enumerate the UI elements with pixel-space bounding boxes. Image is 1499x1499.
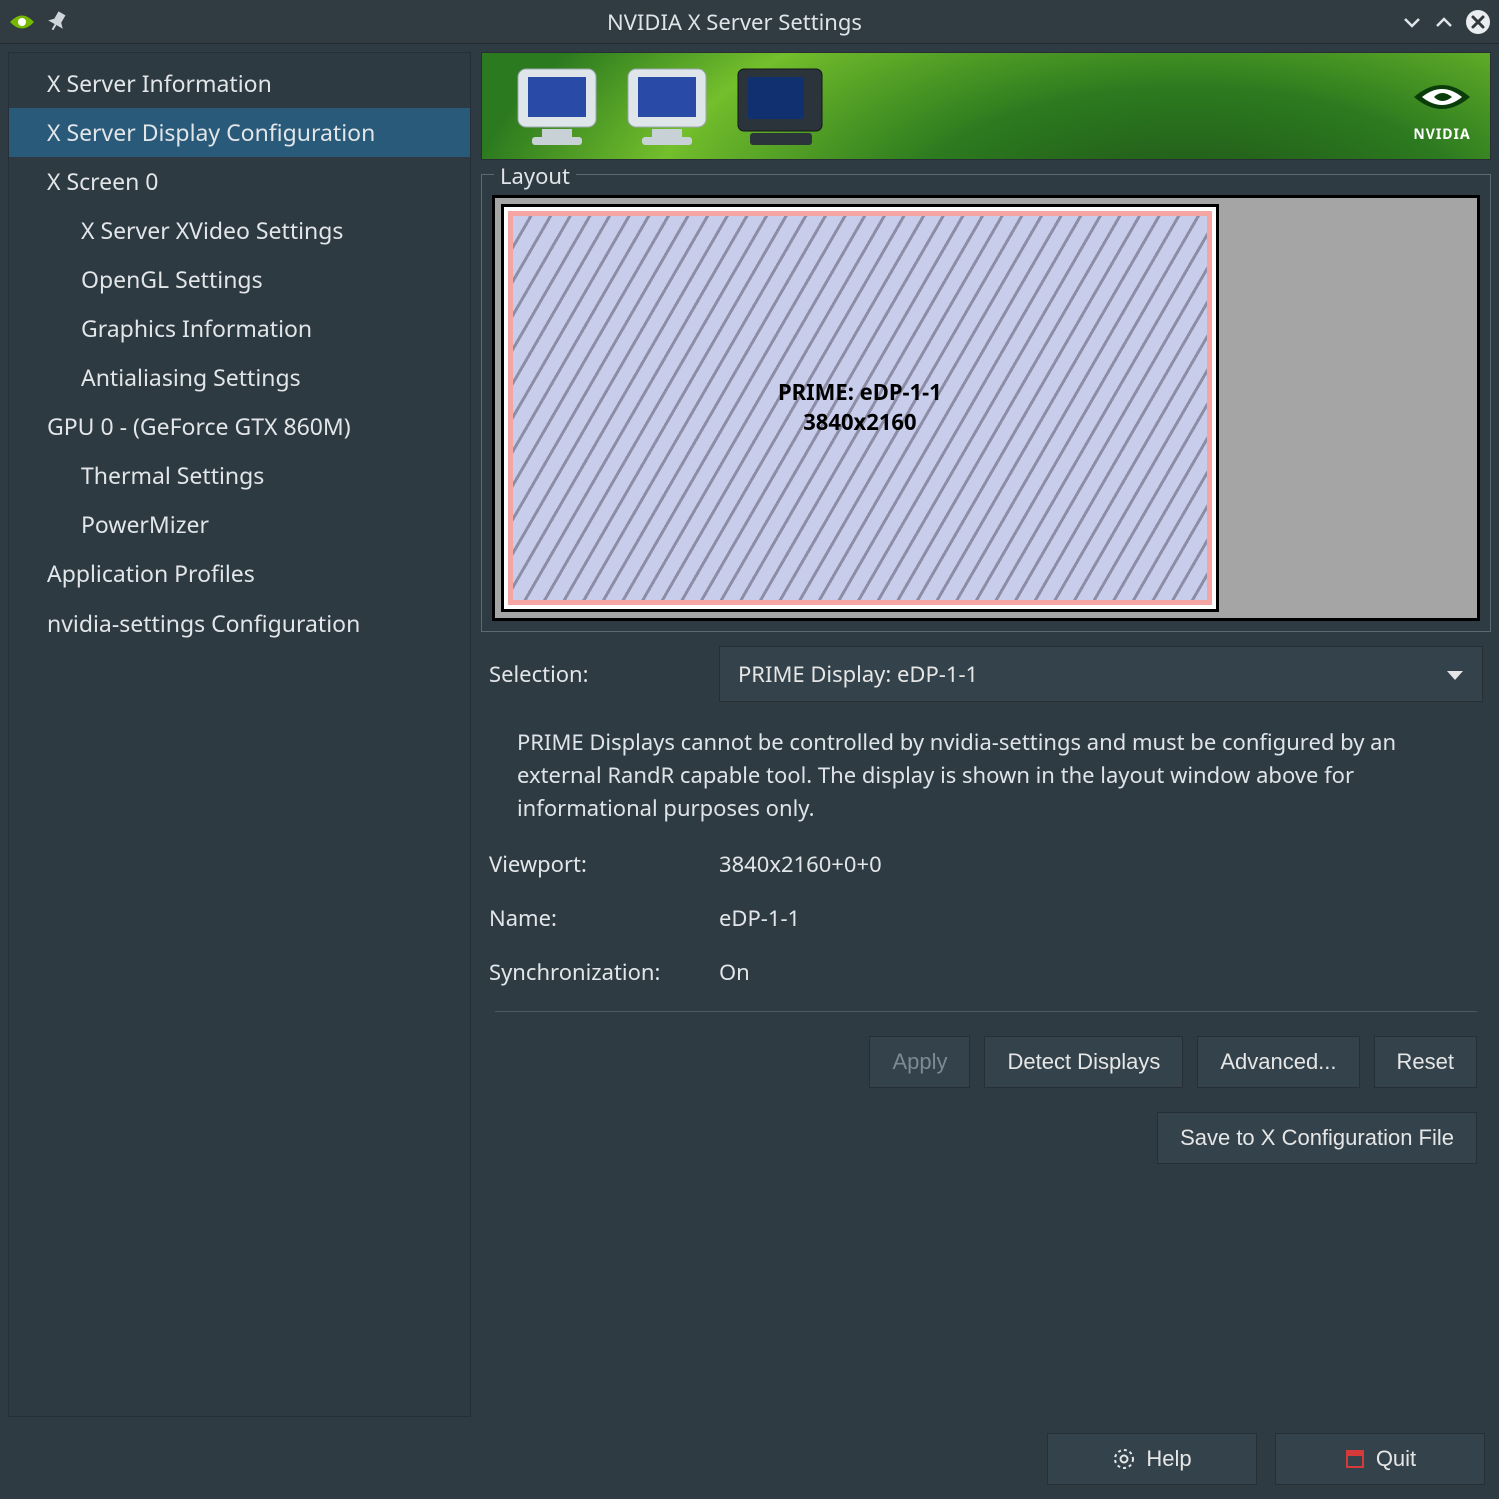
nvidia-brand-text: NVIDIA: [1413, 125, 1470, 144]
name-label: Name:: [489, 903, 719, 933]
window-title: NVIDIA X Server Settings: [68, 7, 1401, 37]
layout-canvas[interactable]: PRIME: eDP-1-1 3840x2160: [492, 195, 1480, 621]
detect-displays-button[interactable]: Detect Displays: [984, 1036, 1183, 1088]
selection-dropdown[interactable]: PRIME Display: eDP-1-1: [719, 646, 1483, 702]
sidebar-item[interactable]: X Server XVideo Settings: [9, 206, 470, 255]
help-button[interactable]: Help: [1047, 1433, 1257, 1485]
sidebar-item[interactable]: Antialiasing Settings: [9, 353, 470, 402]
minimize-icon[interactable]: [1401, 11, 1423, 33]
reset-button[interactable]: Reset: [1374, 1036, 1477, 1088]
sidebar-tree[interactable]: X Server InformationX Server Display Con…: [8, 52, 471, 1417]
pin-icon[interactable]: [46, 11, 68, 33]
nvidia-eye-icon: [1412, 77, 1472, 123]
selection-row: Selection: PRIME Display: eDP-1-1: [489, 646, 1483, 702]
layout-group: Layout PRIME: eDP-1-1 3840x2160: [481, 174, 1491, 632]
layout-group-label: Layout: [494, 161, 576, 191]
nvidia-logo-icon: [8, 11, 36, 33]
viewport-label: Viewport:: [489, 849, 719, 879]
prime-info-text: PRIME Displays cannot be controlled by n…: [489, 726, 1483, 825]
sync-value: On: [719, 957, 1483, 987]
apply-button: Apply: [869, 1036, 970, 1088]
separator: [495, 1011, 1477, 1012]
monitor-icon: [622, 63, 718, 159]
advanced-button[interactable]: Advanced...: [1197, 1036, 1359, 1088]
sidebar-item[interactable]: X Screen 0: [9, 157, 470, 206]
layout-display-label: PRIME: eDP-1-1 3840x2160: [778, 378, 942, 437]
sidebar-item[interactable]: GPU 0 - (GeForce GTX 860M): [9, 402, 470, 451]
monitor-icon: [732, 63, 832, 159]
maximize-icon[interactable]: [1433, 11, 1455, 33]
sidebar-item[interactable]: OpenGL Settings: [9, 255, 470, 304]
save-config-button[interactable]: Save to X Configuration File: [1157, 1112, 1477, 1164]
chevron-down-icon: [1446, 659, 1464, 689]
help-icon: [1112, 1447, 1136, 1471]
quit-icon: [1344, 1448, 1366, 1470]
sidebar-item[interactable]: X Server Display Configuration: [9, 108, 470, 157]
sidebar-item[interactable]: Thermal Settings: [9, 451, 470, 500]
selection-value: PRIME Display: eDP-1-1: [738, 659, 978, 689]
sidebar-item[interactable]: nvidia-settings Configuration: [9, 599, 470, 648]
layout-screen[interactable]: PRIME: eDP-1-1 3840x2160: [501, 204, 1219, 612]
name-value: eDP-1-1: [719, 903, 1483, 933]
sidebar-item[interactable]: X Server Information: [9, 59, 470, 108]
name-row: Name: eDP-1-1: [489, 903, 1483, 933]
sidebar-item[interactable]: Graphics Information: [9, 304, 470, 353]
nvidia-banner: NVIDIA: [481, 52, 1491, 160]
main-panel: NVIDIA Layout PRIME: eDP-1-1 3840x2160: [481, 52, 1491, 1417]
selection-label: Selection:: [489, 659, 719, 689]
layout-display[interactable]: PRIME: eDP-1-1 3840x2160: [508, 211, 1212, 605]
footer-button-row: Help Quit: [0, 1425, 1499, 1499]
sync-label: Synchronization:: [489, 957, 719, 987]
sync-row: Synchronization: On: [489, 957, 1483, 987]
titlebar: NVIDIA X Server Settings: [0, 0, 1499, 44]
viewport-row: Viewport: 3840x2160+0+0: [489, 849, 1483, 879]
sidebar-item[interactable]: PowerMizer: [9, 500, 470, 549]
viewport-value: 3840x2160+0+0: [719, 849, 1483, 879]
sidebar-item[interactable]: Application Profiles: [9, 549, 470, 598]
monitor-icon: [512, 63, 608, 159]
close-icon[interactable]: [1465, 9, 1491, 35]
quit-button[interactable]: Quit: [1275, 1433, 1485, 1485]
